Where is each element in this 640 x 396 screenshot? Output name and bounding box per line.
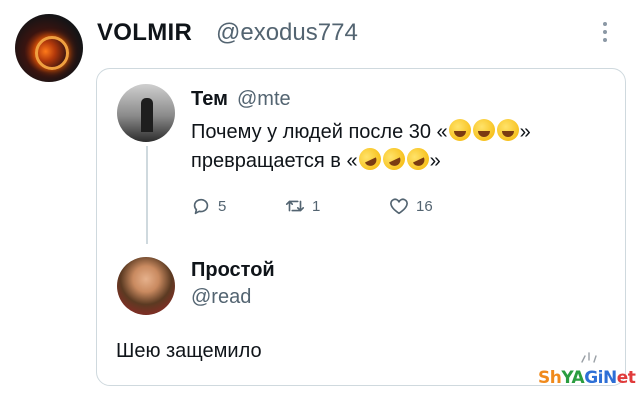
quoted-text-line1-end: » xyxy=(519,121,531,143)
rofl-emoji-icon xyxy=(403,144,433,174)
watermark-part3: GiN xyxy=(584,368,617,388)
quoted-text: Почему у людей после 30 « » превращается … xyxy=(191,118,611,176)
reply-button[interactable]: 5 xyxy=(190,195,226,217)
watermark-part2: YA xyxy=(561,368,585,388)
thread-line xyxy=(146,146,148,244)
retweet-icon xyxy=(285,200,305,212)
quoted-text-line2-end: » xyxy=(429,150,441,172)
joy-emoji-icon xyxy=(448,119,471,141)
watermark-part4: et xyxy=(616,368,636,388)
joy-emoji-icon xyxy=(496,119,519,141)
quoted-card[interactable] xyxy=(96,68,626,386)
reply-icon xyxy=(193,198,209,215)
sparkle-icon xyxy=(581,352,597,363)
reply-handle[interactable]: @read xyxy=(191,286,251,309)
like-count: 16 xyxy=(416,197,433,215)
author-avatar[interactable] xyxy=(15,14,83,82)
retweet-button[interactable]: 1 xyxy=(284,195,320,217)
retweet-count: 1 xyxy=(312,197,321,215)
quoted-name[interactable]: Тем xyxy=(191,88,228,111)
author-name[interactable]: VOLMIR xyxy=(97,19,192,47)
author-handle[interactable]: @exodus774 xyxy=(216,19,358,47)
like-button[interactable]: 16 xyxy=(388,195,433,217)
reply-count: 5 xyxy=(218,197,227,215)
quoted-avatar[interactable] xyxy=(117,84,175,142)
reply-avatar[interactable] xyxy=(117,257,175,315)
rofl-emoji-icon xyxy=(355,144,385,174)
quoted-text-line2: превращается в « xyxy=(191,150,358,172)
more-options-icon[interactable] xyxy=(602,22,608,44)
reply-name[interactable]: Простой xyxy=(191,259,275,282)
joy-emoji-icon xyxy=(472,119,495,141)
watermark-part1: Sh xyxy=(538,368,562,388)
rofl-emoji-icon xyxy=(379,144,409,174)
quoted-text-line1: Почему у людей после 30 « xyxy=(191,121,448,143)
quoted-handle[interactable]: @mte xyxy=(237,88,291,111)
reply-text: Шею защемило xyxy=(116,340,262,362)
watermark-logo: ShYAGiNet xyxy=(538,368,636,388)
heart-icon xyxy=(390,198,408,215)
